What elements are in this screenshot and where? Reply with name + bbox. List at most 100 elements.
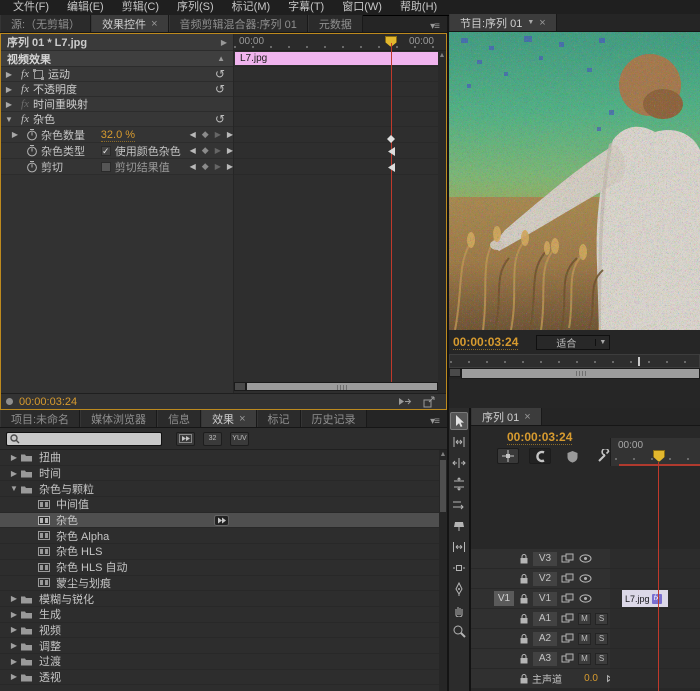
tab-sequence[interactable]: 序列 01 ×: [471, 408, 542, 425]
track-select-tool[interactable]: [450, 433, 468, 451]
timeline-timecode[interactable]: 00:00:03:24: [507, 430, 572, 445]
close-icon[interactable]: ×: [524, 411, 530, 423]
effects-folder[interactable]: ▶ 视频: [0, 623, 439, 639]
playhead-line[interactable]: [391, 43, 392, 383]
slide-tool[interactable]: [450, 559, 468, 577]
solo-button[interactable]: S: [595, 613, 608, 625]
scrollbar-thumb[interactable]: [440, 460, 446, 512]
track-content[interactable]: [610, 649, 700, 668]
effect-row-time-remapping[interactable]: ▶ fx 时间重映射: [1, 97, 233, 112]
menu-marker[interactable]: 标记(M): [223, 0, 280, 15]
close-icon[interactable]: ×: [239, 413, 245, 425]
param-value[interactable]: 32.0 %: [101, 129, 135, 142]
lock-icon[interactable]: [515, 613, 532, 624]
yuv-filter-badge[interactable]: YUV: [230, 432, 249, 446]
track-name[interactable]: V2: [533, 572, 557, 586]
tab-markers[interactable]: 标记: [257, 410, 301, 427]
disclosure-triangle-icon[interactable]: ▶: [7, 130, 23, 139]
sync-lock-icon[interactable]: [558, 633, 576, 644]
effect-timeline-ruler[interactable]: 00:00 00:00: [234, 34, 446, 51]
add-keyframe-icon[interactable]: ◆: [202, 129, 209, 140]
selection-tool[interactable]: [450, 412, 468, 430]
toggle-track-output-eye-icon[interactable]: [576, 554, 594, 563]
solo-button[interactable]: S: [595, 633, 608, 645]
program-timecode[interactable]: 00:00:03:24: [453, 335, 518, 350]
menu-clip[interactable]: 剪辑(C): [113, 0, 168, 15]
lock-icon[interactable]: [515, 653, 532, 664]
panel-menu-icon[interactable]: ▾≡: [422, 416, 447, 427]
sync-lock-icon[interactable]: [558, 573, 576, 584]
track-content[interactable]: [610, 609, 700, 628]
menu-edit[interactable]: 编辑(E): [58, 0, 113, 15]
rolling-edit-tool[interactable]: [450, 475, 468, 493]
slip-tool[interactable]: [450, 538, 468, 556]
sync-lock-icon[interactable]: [558, 653, 576, 664]
track-content[interactable]: [610, 629, 700, 648]
effects-folder[interactable]: ▶ 透视: [0, 670, 439, 686]
disclosure-triangle-icon[interactable]: ▶: [8, 641, 20, 650]
next-keyframe-icon[interactable]: ▶: [215, 130, 221, 139]
toggle-track-output-eye-icon[interactable]: [576, 574, 594, 583]
tab-metadata[interactable]: 元数据: [308, 15, 363, 32]
disclosure-triangle-icon[interactable]: ▶: [1, 100, 17, 109]
reset-effect-icon[interactable]: ↺: [215, 114, 225, 124]
vertical-scrollbar[interactable]: ▲: [438, 51, 446, 393]
add-keyframe-icon[interactable]: ◆: [202, 145, 209, 156]
scrollbar-thumb[interactable]: [461, 368, 700, 379]
program-scrollbar[interactable]: [449, 368, 700, 379]
tab-source-monitor[interactable]: 源:（无剪辑）: [0, 15, 91, 32]
tab-project[interactable]: 项目:未命名: [0, 410, 80, 427]
effects-folder[interactable]: ▶ 生成: [0, 607, 439, 623]
zoom-level-dropdown[interactable]: 适合 ▼: [536, 335, 610, 350]
tab-audio-mixer[interactable]: 音频剪辑混合器:序列 01: [169, 15, 308, 32]
tab-history[interactable]: 历史记录: [301, 410, 367, 427]
disclosure-triangle-icon[interactable]: ▼: [1, 115, 17, 124]
stopwatch-icon[interactable]: [23, 128, 41, 141]
menu-sequence[interactable]: 序列(S): [168, 0, 223, 15]
disclosure-triangle-icon[interactable]: ▶: [8, 610, 20, 619]
disclosure-triangle-icon[interactable]: ▶: [8, 672, 20, 681]
disclosure-triangle-icon[interactable]: ▶: [1, 70, 17, 79]
playhead-line[interactable]: [658, 462, 659, 691]
close-icon[interactable]: ×: [539, 17, 545, 29]
track-name[interactable]: V3: [533, 552, 557, 566]
track-content[interactable]: [610, 669, 700, 688]
panel-menu-icon[interactable]: ▾≡: [422, 21, 447, 32]
current-timecode[interactable]: 00:00:03:24: [19, 396, 77, 408]
disclosure-triangle-icon[interactable]: ▶: [8, 657, 20, 666]
scroll-up-icon[interactable]: ▲: [438, 52, 446, 59]
sync-lock-icon[interactable]: [558, 593, 576, 604]
32bit-filter-badge[interactable]: 32: [203, 432, 222, 446]
play-around-icon[interactable]: [398, 396, 413, 408]
lock-icon[interactable]: [515, 593, 532, 604]
next-keyframe-icon[interactable]: ▶: [215, 162, 221, 171]
effect-row-noise[interactable]: ▼ fx 杂色 ↺: [1, 112, 233, 127]
horizontal-scrollbar[interactable]: [234, 382, 438, 391]
export-frame-icon[interactable]: [423, 396, 436, 408]
linked-selection-shield-icon[interactable]: [561, 448, 583, 464]
solo-button[interactable]: S: [595, 653, 608, 665]
tab-media-browser[interactable]: 媒体浏览器: [80, 410, 157, 427]
effect-item[interactable]: 蒙尘与划痕: [0, 576, 439, 592]
sync-lock-icon[interactable]: [558, 553, 576, 564]
close-icon[interactable]: ×: [151, 18, 157, 30]
track-content[interactable]: [610, 549, 700, 568]
rate-stretch-tool[interactable]: [450, 496, 468, 514]
effects-folder-noise-grain[interactable]: ▼ 杂色与颗粒: [0, 481, 439, 497]
lock-icon[interactable]: [515, 633, 532, 644]
disclosure-triangle-icon[interactable]: ▼: [8, 484, 20, 493]
scrollbar-thumb[interactable]: [246, 382, 438, 391]
master-level-value[interactable]: 0.0: [572, 673, 598, 684]
tab-effect-controls[interactable]: 效果控件 ×: [91, 15, 168, 32]
mute-button[interactable]: M: [578, 633, 591, 645]
playhead-tick[interactable]: [638, 357, 640, 366]
mute-button[interactable]: M: [578, 653, 591, 665]
effect-item[interactable]: 中间值: [0, 497, 439, 513]
snap-magnet-icon[interactable]: [529, 448, 551, 464]
effects-folder[interactable]: ▶ 时间: [0, 466, 439, 482]
dropdown-arrow-icon[interactable]: ▼: [527, 19, 534, 26]
reset-effect-icon[interactable]: ↺: [215, 69, 225, 79]
add-keyframe-icon[interactable]: ◆: [202, 161, 209, 172]
program-mini-ruler[interactable]: [449, 354, 700, 368]
track-content[interactable]: [610, 569, 700, 588]
